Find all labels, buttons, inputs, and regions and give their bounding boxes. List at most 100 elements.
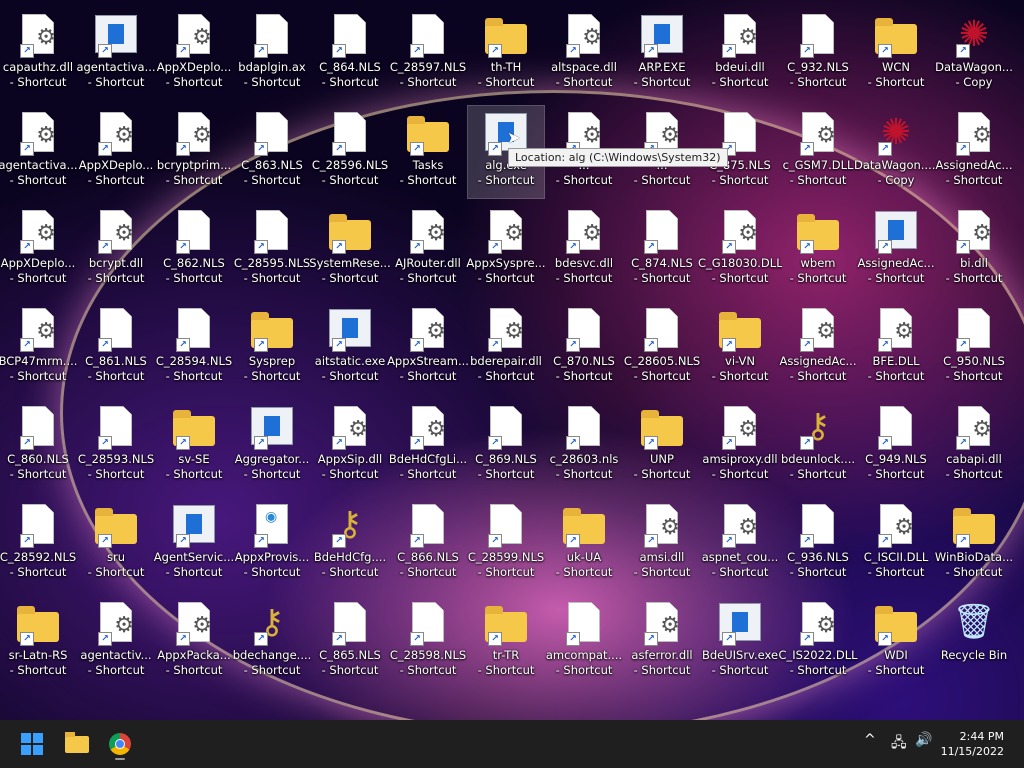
desktop-icon[interactable]: ⚙ ↗ bdesvc.dll - Shortcut (546, 204, 622, 296)
desktop-icon[interactable]: ⚙ ↗ BCP47mrm.... - Shortcut (0, 302, 77, 394)
desktop-icon[interactable]: ↗ AppxProvis...- Shortcut (234, 498, 310, 590)
desktop-icon[interactable]: ↗ sv-SE - Shortcut (156, 400, 232, 492)
desktop-icon[interactable]: ⚙ ↗ AppxPacka... - Shortcut (156, 596, 232, 688)
volume-icon[interactable]: 🔊 (915, 732, 932, 748)
desktop-icon[interactable]: ⚙ ↗ cabapi.dll - Shortcut (936, 400, 1012, 492)
desktop-icon[interactable]: ↗ AssignedAc... - Shortcut (858, 204, 934, 296)
desktop-icon[interactable]: ⚙ ↗ bdeui.dll - Shortcut (702, 8, 778, 100)
desktop-icon[interactable]: ⚷ ↗ BdeHdCfg.... - Shortcut (312, 498, 388, 590)
desktop-icon[interactable]: ⚙ ↗ AppxSip.dll - Shortcut (312, 400, 388, 492)
desktop-icon[interactable]: ⚙ ↗ capauthz.dll - Shortcut (0, 8, 76, 100)
desktop-icon[interactable]: ↗ wbem - Shortcut (780, 204, 856, 296)
desktop-icon[interactable]: ↗ Tasks - Shortcut (390, 106, 466, 198)
desktop-icon[interactable]: ↗ WinBioData... - Shortcut (935, 498, 1013, 590)
desktop-icon[interactable]: ↗ Aggregator... - Shortcut (234, 400, 310, 492)
desktop-icon[interactable]: ↗ agentactiva... - Shortcut (76, 8, 156, 100)
desktop-icon[interactable]: ↗ tr-TR - Shortcut (468, 596, 544, 688)
desktop-icon[interactable]: ⚙ ↗ AppXDeplo... - Shortcut (156, 8, 232, 100)
desktop-icon[interactable]: ↗ C_28597.NLS - Shortcut (390, 8, 466, 100)
desktop-icon[interactable]: ↗ C_28592.NLS - Shortcut (0, 498, 76, 590)
desktop-icon-label: C_28594.NLS - Shortcut (155, 354, 233, 383)
chrome-button[interactable] (104, 728, 136, 760)
desktop-icon[interactable]: ↗ C_932.NLS - Shortcut (780, 8, 856, 100)
desktop-icon[interactable]: ⚙ ↗ AppXDeplo... - Shortcut (78, 106, 154, 198)
desktop-icon[interactable]: ↗ aitstatic.exe - Shortcut (312, 302, 388, 394)
desktop-icon[interactable]: ⚙ ↗ AppxStream... - Shortcut (387, 302, 469, 394)
desktop-icon[interactable]: ↗ WCN - Shortcut (858, 8, 934, 100)
desktop-icon[interactable]: ↗ C_949.NLS - Shortcut (858, 400, 934, 492)
desktop-icon[interactable]: ↗ WDI - Shortcut (858, 596, 934, 688)
desktop-icon[interactable]: ↗ sr-Latn-RS - Shortcut (0, 596, 76, 688)
shortcut-arrow-icon: ↗ (254, 44, 268, 58)
desktop-icon[interactable]: ↗ C_863.NLS - Shortcut (234, 106, 310, 198)
desktop-icon[interactable]: ⚙ ↗ agentactiv... - Shortcut (78, 596, 154, 688)
desktop-icon[interactable]: ↗ C_950.NLS - Shortcut (936, 302, 1012, 394)
desktop[interactable]: ⚙ ↗ capauthz.dll - Shortcut ↗ agentactiva... -… (0, 0, 1024, 720)
desktop-icon[interactable]: ↗ uk-UA - Shortcut (546, 498, 622, 590)
desktop-icon[interactable]: ⚙ ↗ AssignedAc... - Shortcut (936, 106, 1012, 198)
desktop-icon[interactable]: ⚙ ↗ bi.dll - Shortcut (936, 204, 1012, 296)
file-explorer-button[interactable] (61, 728, 93, 760)
desktop-icon[interactable]: ⚙ ↗ aspnet_cou... - Shortcut (702, 498, 778, 590)
desktop-icon[interactable]: ↗ AgentServic... - Shortcut (154, 498, 234, 590)
desktop-icon[interactable]: ↗ C_861.NLS - Shortcut (78, 302, 154, 394)
desktop-icon[interactable]: ↗ C_28594.NLS - Shortcut (156, 302, 232, 394)
desktop-icon[interactable]: ↗ C_869.NLS - Shortcut (468, 400, 544, 492)
desktop-icon[interactable]: ↗ C_866.NLS - Shortcut (390, 498, 466, 590)
desktop-icon[interactable]: ↗ C_865.NLS - Shortcut (312, 596, 388, 688)
desktop-icon[interactable]: ⚙ ↗ AssignedAc... - Shortcut (780, 302, 856, 394)
desktop-icon[interactable]: ↗ C_936.NLS - Shortcut (780, 498, 856, 590)
desktop-icon-label: c_GSM7.DLL - Shortcut (782, 158, 854, 187)
desktop-icon[interactable]: ↗ UNP - Shortcut (624, 400, 700, 492)
desktop-icon[interactable]: ↗ amcompat.... - Shortcut (546, 596, 622, 688)
show-hidden-icons-button[interactable]: ^ (864, 732, 876, 748)
desktop-icon[interactable]: ⚙ ↗ C_G18030.DLL - Shortcut (698, 204, 782, 296)
desktop-icon[interactable]: ⚙ ↗ agentactiva... - Shortcut (0, 106, 78, 198)
desktop-icon[interactable]: ⚙ ↗ BFE.DLL - Shortcut (858, 302, 934, 394)
desktop-icon[interactable]: ↗ bdaplgin.ax - Shortcut (234, 8, 310, 100)
desktop-icon[interactable]: ↗ C_28599.NLS - Shortcut (468, 498, 544, 590)
desktop-icon[interactable]: ↗ SystemRese... - Shortcut (309, 204, 391, 296)
desktop-icon[interactable]: ⚙ ↗ BdeHdCfgLi... - Shortcut (389, 400, 467, 492)
shortcut-arrow-icon: ↗ (566, 534, 580, 548)
desktop-icon[interactable]: ⚙ ↗ amsiproxy.dll - Shortcut (702, 400, 778, 492)
desktop-icon[interactable]: ↗ C_28598.NLS - Shortcut (390, 596, 466, 688)
desktop-icon[interactable]: ✺↗DataWagon.... (2)- Copy (854, 106, 938, 198)
desktop-icon[interactable]: ⚙ ↗ AJRouter.dll - Shortcut (390, 204, 466, 296)
desktop-icon-label: bdaplgin.ax - Shortcut (238, 60, 306, 89)
desktop-icon[interactable]: ⚙ ↗ AppXDeplo... - Shortcut (0, 204, 76, 296)
desktop-icon[interactable]: ↗ ARP.EXE - Shortcut (624, 8, 700, 100)
desktop-icon[interactable]: ⚙ ↗ altspace.dll - Shortcut (546, 8, 622, 100)
desktop-icon[interactable]: ↗ c_28603.nls - Shortcut (546, 400, 622, 492)
desktop-icon[interactable]: ⚙ ↗ bderepair.dll - Shortcut (468, 302, 544, 394)
desktop-icon[interactable]: ⚙ ↗ amsi.dll - Shortcut (624, 498, 700, 590)
clock[interactable]: 2:44 PM 11/15/2022 (941, 729, 1004, 759)
desktop-icon[interactable]: ↗ C_874.NLS - Shortcut (624, 204, 700, 296)
desktop-icon[interactable]: ↗ C_28596.NLS - Shortcut (312, 106, 388, 198)
desktop-icon[interactable]: ↗ th-TH - Shortcut (468, 8, 544, 100)
desktop-icon[interactable]: ⚷ ↗ bdechange.... - Shortcut (233, 596, 312, 688)
desktop-icon[interactable]: ↗ Sysprep - Shortcut (234, 302, 310, 394)
desktop-icon[interactable]: ↗ C_862.NLS - Shortcut (156, 204, 232, 296)
desktop-icon[interactable]: ↗ sru - Shortcut (78, 498, 154, 590)
desktop-icon[interactable]: ↗ C_28593.NLS - Shortcut (78, 400, 154, 492)
desktop-icon[interactable]: ⚷ ↗ bdeunlock.... - Shortcut (780, 400, 856, 492)
desktop-icon[interactable]: ↗ vi-VN - Shortcut (702, 302, 778, 394)
desktop-icon[interactable]: ↗ C_870.NLS - Shortcut (546, 302, 622, 394)
desktop-icon[interactable]: ↗ C_28595.NLS - Shortcut (234, 204, 310, 296)
desktop-icon[interactable]: ↗ C_28605.NLS - Shortcut (624, 302, 700, 394)
desktop-icon[interactable]: ⚙ ↗ bcrypt.dll - Shortcut (78, 204, 154, 296)
desktop-icon[interactable]: ⚙ ↗ AppxSyspre... - Shortcut (466, 204, 546, 296)
desktop-icon[interactable]: ⚙ ↗ asferror.dll - Shortcut (624, 596, 700, 688)
desktop-icon[interactable]: ↗ C_864.NLS - Shortcut (312, 8, 388, 100)
desktop-icon[interactable]: ⚙ ↗ c_GSM7.DLL - Shortcut (780, 106, 856, 198)
desktop-icon[interactable]: ⚙ ↗ C_IS2022.DLL - Shortcut (778, 596, 858, 688)
desktop-icon[interactable]: ↗ C_860.NLS - Shortcut (0, 400, 76, 492)
desktop-icon[interactable]: ⚙ ↗ C_ISCII.DLL - Shortcut (858, 498, 934, 590)
desktop-icon[interactable]: ↗ BdeUISrv.exe - Shortcut (702, 596, 778, 688)
start-button[interactable] (16, 728, 48, 760)
desktop-icon[interactable]: ⚙ ↗ bcryptprim... - Shortcut (156, 106, 232, 198)
desktop-icon[interactable]: 🗑 Recycle Bin (936, 596, 1012, 688)
desktop-icon[interactable]: ✺ ↗ DataWagon... - Copy (935, 8, 1013, 100)
network-icon[interactable]: 🖧 (891, 732, 907, 756)
